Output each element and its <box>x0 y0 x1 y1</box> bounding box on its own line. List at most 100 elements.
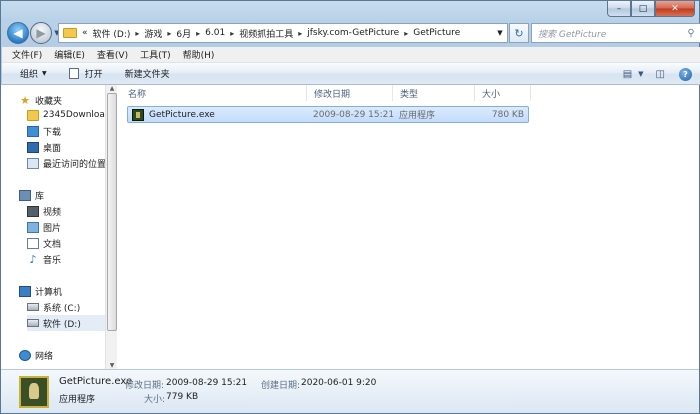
nav-network-label: 网络 <box>35 351 54 362</box>
breadcrumb-arrow-icon[interactable]: ▸ <box>228 29 236 38</box>
nav-item-videos[interactable]: 视频 <box>27 203 61 219</box>
nav-item-drive-c[interactable]: 系统 (C:) <box>27 299 80 315</box>
breadcrumb-segment[interactable]: jfsky.com-GetPicture ▸ <box>304 28 410 38</box>
search-placeholder: 搜索 GetPicture <box>538 29 607 40</box>
nav-item-label: 桌面 <box>43 143 62 154</box>
view-options-icon[interactable]: ▤ <box>623 66 632 82</box>
nav-item-documents[interactable]: 文档 <box>27 235 61 251</box>
address-overflow-chevron[interactable]: « <box>80 28 90 38</box>
music-icon: ♪ <box>29 252 37 266</box>
maximize-button[interactable]: □ <box>631 1 655 17</box>
nav-favorites-label: 收藏夹 <box>35 96 63 107</box>
folder-icon <box>63 28 77 38</box>
file-name-cell: GetPicture.exe <box>132 107 215 122</box>
navigation-bar: ◀ ▶ ▼ « 软件 (D:) ▸ 游戏 ▸ 6月 ▸ 6.01 ▸ 视频抓拍工具 ▸ j… <box>7 21 700 45</box>
document-icon <box>27 237 39 249</box>
preview-pane-icon[interactable]: ◫ <box>656 66 665 82</box>
breadcrumb-segment[interactable]: 视频抓拍工具 ▸ <box>236 27 304 40</box>
breadcrumb-arrow-icon[interactable]: ▸ <box>194 29 202 38</box>
details-file-type: 应用程序 <box>59 395 96 405</box>
details-file-name: GetPicture.exe <box>59 376 133 387</box>
details-size-label: 大小: <box>144 395 166 405</box>
desktop-icon <box>27 141 39 153</box>
menu-file[interactable]: 文件(F) <box>7 48 49 61</box>
back-button[interactable]: ◀ <box>7 22 29 44</box>
file-row[interactable]: GetPicture.exe 2009-08-29 15:21 应用程序 780… <box>127 106 529 123</box>
nav-item-label: 系统 (C:) <box>43 303 81 314</box>
new-folder-label: 新建文件夹 <box>124 70 170 80</box>
breadcrumb-arrow-icon[interactable]: ▸ <box>402 29 410 38</box>
breadcrumb-arrow-icon[interactable]: ▸ <box>133 29 141 38</box>
breadcrumb-segment[interactable]: 软件 (D:) ▸ <box>90 27 142 40</box>
nav-favorites[interactable]: ★ 收藏夹 <box>19 92 62 108</box>
nav-computer-label: 计算机 <box>35 287 63 298</box>
menu-view[interactable]: 查看(V) <box>92 48 135 61</box>
nav-item-label: 图片 <box>43 223 62 234</box>
search-icon[interactable]: ⚲ <box>682 28 700 39</box>
file-name: GetPicture.exe <box>149 109 215 120</box>
breadcrumb-arrow-icon[interactable]: ▸ <box>296 29 304 38</box>
downloads-icon <box>27 125 39 137</box>
nav-item-label: 视频 <box>43 207 62 218</box>
nav-item-2345downloads[interactable]: 2345Downloads <box>27 107 105 123</box>
breadcrumb-segment[interactable]: GetPicture <box>410 28 463 38</box>
nav-item-drive-d[interactable]: 软件 (D:) <box>27 315 105 331</box>
column-header-modified[interactable]: 修改日期 <box>307 85 393 101</box>
nav-libraries[interactable]: 库 <box>19 187 44 203</box>
help-icon[interactable]: ? <box>679 67 692 81</box>
nav-item-pictures[interactable]: 图片 <box>27 219 61 235</box>
menu-help[interactable]: 帮助(H) <box>178 48 222 61</box>
search-input[interactable]: 搜索 GetPicture ⚲ <box>531 23 700 43</box>
column-header-size[interactable]: 大小 <box>475 85 531 101</box>
application-icon <box>132 108 144 121</box>
navigation-scrollbar[interactable]: ▲ ▼ <box>105 85 117 369</box>
details-modified-value: 2009-08-29 15:21 <box>166 378 248 388</box>
nav-network[interactable]: 网络 <box>19 347 53 363</box>
new-folder-button[interactable]: 新建文件夹 <box>117 67 178 80</box>
refresh-button[interactable]: ↻ <box>509 23 529 43</box>
address-bar[interactable]: « 软件 (D:) ▸ 游戏 ▸ 6月 ▸ 6.01 ▸ 视频抓拍工具 ▸ jfsky.c… <box>58 23 508 43</box>
computer-icon <box>19 285 31 297</box>
drive-icon <box>27 303 39 311</box>
view-dropdown-icon[interactable]: ▼ <box>638 66 643 82</box>
picture-icon <box>27 221 39 233</box>
nav-item-label: 下载 <box>43 127 62 138</box>
library-icon <box>19 189 31 201</box>
nav-libraries-label: 库 <box>35 191 45 202</box>
folder-icon <box>27 109 39 121</box>
file-type: 应用程序 <box>399 111 436 121</box>
details-modified-label: 修改日期: <box>125 381 165 391</box>
minimize-button[interactable]: – <box>607 1 631 17</box>
menu-edit[interactable]: 编辑(E) <box>49 48 92 61</box>
video-icon <box>27 205 39 217</box>
breadcrumb-segment[interactable]: 6月 ▸ <box>173 27 202 40</box>
open-button[interactable]: 打开 <box>61 67 111 80</box>
drive-icon <box>27 319 39 327</box>
breadcrumb-segment[interactable]: 6.01 ▸ <box>202 28 236 38</box>
breadcrumb-segment[interactable]: 游戏 ▸ <box>141 27 173 40</box>
address-dropdown-icon[interactable]: ▼ <box>493 24 507 42</box>
details-size-value: 779 KB <box>166 392 199 402</box>
close-button[interactable]: ✕ <box>655 1 695 17</box>
breadcrumb-arrow-icon[interactable]: ▸ <box>165 29 173 38</box>
content-area: ★ 收藏夹 2345Downloads 下载 桌面 最近访问的位置 库 视频 <box>1 85 699 369</box>
nav-item-desktop[interactable]: 桌面 <box>27 139 61 155</box>
forward-button[interactable]: ▶ <box>30 22 52 44</box>
scrollbar-thumb[interactable] <box>107 93 117 331</box>
nav-item-label: 文档 <box>43 239 62 250</box>
command-bar: 组织 ▼ 打开 新建文件夹 ▤ ▼ ◫ ? <box>2 63 700 85</box>
details-pane: GetPicture.exe 应用程序 修改日期: 2009-08-29 15:… <box>1 369 699 413</box>
file-size: 780 KB <box>491 109 524 120</box>
chevron-down-icon: ▼ <box>42 70 47 77</box>
nav-item-music[interactable]: ♪ 音乐 <box>27 251 61 267</box>
nav-computer[interactable]: 计算机 <box>19 283 62 299</box>
column-header-type[interactable]: 类型 <box>393 85 475 101</box>
column-header-name[interactable]: 名称 <box>121 85 307 101</box>
nav-item-recent-places[interactable]: 最近访问的位置 <box>27 155 105 171</box>
nav-item-label: 最近访问的位置 <box>43 159 105 170</box>
nav-item-downloads[interactable]: 下载 <box>27 123 61 139</box>
menu-tools[interactable]: 工具(T) <box>135 48 178 61</box>
nav-item-label: 2345Downloads <box>43 110 105 120</box>
organize-button[interactable]: 组织 ▼ <box>12 67 55 80</box>
toolbar-right-group: ▤ ▼ ◫ ? <box>623 66 692 82</box>
